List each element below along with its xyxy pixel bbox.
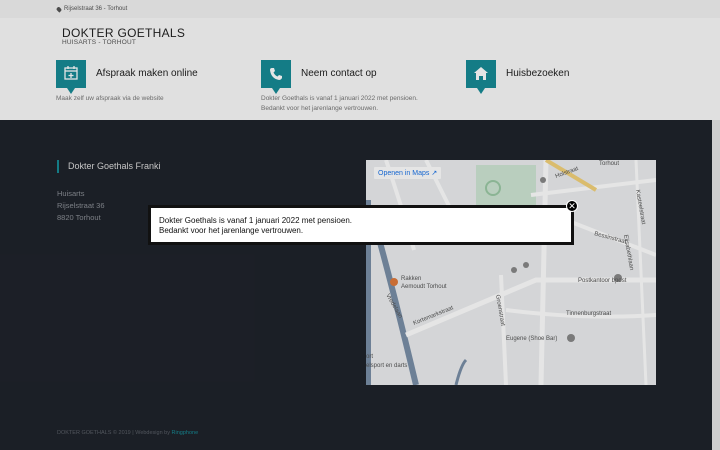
modal-message-line: Bedankt voor het jarenlange vertrouwen. [159, 226, 304, 235]
modal-close-button[interactable]: ✕ [566, 200, 578, 212]
modal-message: Dokter Goethals is vanaf 1 januari 2022 … [159, 216, 352, 236]
close-icon[interactable]: ✕ [568, 201, 576, 211]
modal-message-line: Dokter Goethals is vanaf 1 januari 2022 … [159, 216, 353, 225]
announcement-modal: Dokter Goethals is vanaf 1 januari 2022 … [148, 205, 574, 245]
